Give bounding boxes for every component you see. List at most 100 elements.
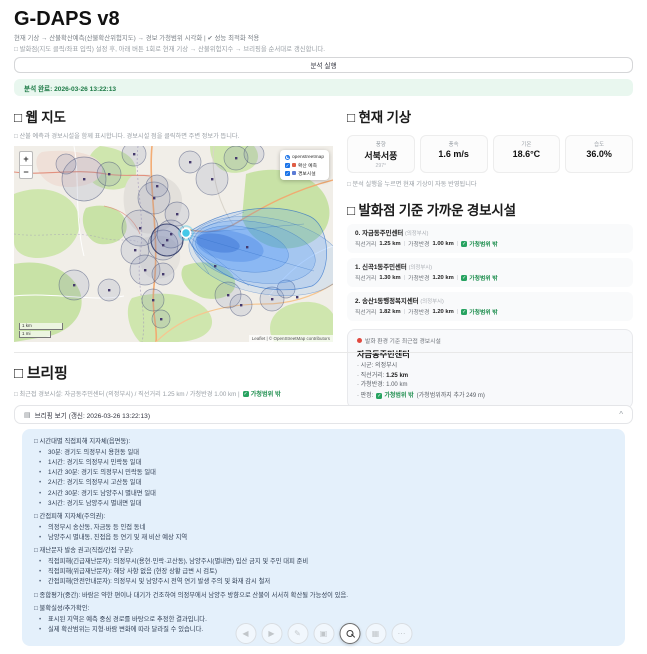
briefing-bullet: 1시간 30분: 경기도 의정부시 민락동 일대 (34, 468, 613, 479)
chevron-up-icon: ^ (619, 410, 623, 419)
briefing-list: 의정부시 송산동, 자금동 등 인접 동네 남양주시 별내동, 진접읍 등 연기… (34, 523, 613, 544)
check-icon: ✓ (461, 308, 468, 315)
metric-humidity: 습도 36.0% (565, 135, 633, 173)
briefing-bullet: 2시간 30분: 경기도 남양주시 별내면 일대 (34, 489, 613, 500)
section-divider (14, 352, 633, 353)
overlay-fire-option[interactable]: ✓ 확산 예측 (285, 161, 324, 169)
scale-mi: 1 mi (19, 331, 51, 338)
web-map[interactable]: + − openstreetmap ✓ 확산 예측 ✓ 경보시설 1 km 1 … (14, 146, 333, 342)
briefing-bullet: 30분: 경기도 의정부시 용현동 일대 (34, 448, 613, 459)
briefing-heading: □ 종합평가(중간): 바람은 약한 편이나 대기가 건조하여 의정부에서 남양… (34, 591, 349, 599)
overlay-siren-option[interactable]: ✓ 경보시설 (285, 169, 324, 177)
facility-name: 0. 자금동주민센터 (355, 230, 404, 237)
pin-icon (357, 338, 362, 343)
facility-card[interactable]: 0. 자금동주민센터 (의정부시) 직선거리 1.25 km | 가청반경 1.00… (347, 224, 633, 253)
map-section: □ 웹 지도 □ 산불 예측과 경보시설을 함께 표시합니다. 경보시설 점을 … (14, 106, 333, 342)
nearest-header: 발화 환경 기준 최근접 경보시설 (365, 339, 441, 345)
range-status-badge: ✓ 가청범위 밖 (242, 390, 281, 398)
camera-button[interactable]: ▦ (365, 623, 386, 644)
distance-value: 1.82 km (379, 308, 401, 315)
briefing-list: 직접피해(긴급재난문자): 의정부시(용현·민락·고산동), 남양주시(별내면)… (34, 557, 613, 588)
fire-icon (292, 163, 296, 167)
range-status-badge: ✓ 가청범위 밖 (461, 308, 498, 316)
facility-region: (의정부시) (408, 265, 433, 271)
check-icon: ✓ (461, 240, 468, 247)
back-button[interactable]: ◀ (235, 623, 256, 644)
overlay-siren-label: 경보시설 (298, 171, 316, 177)
map-layers-control: openstreetmap ✓ 확산 예측 ✓ 경보시설 (280, 150, 329, 180)
radio-selected-icon (285, 154, 290, 160)
briefing-bullet: 2시간: 경기도 의정부시 고산동 일대 (34, 478, 613, 489)
app-title: G-DAPS v8 (14, 8, 120, 30)
briefing-section: □ 브리핑 □ 최근접 경보시설: 자금동주민센터 (의정부시) / 직선거리 … (14, 362, 633, 646)
briefing-heading: □ 재난문자 발송 권고(직접/간접 구분): (34, 547, 134, 555)
forward-button[interactable]: ▶ (261, 623, 282, 644)
briefing-caption: □ 최근접 경보시설: 자금동주민센터 (의정부시) / 직선거리 1.25 k… (14, 390, 281, 398)
zoom-in-button[interactable]: + (20, 152, 32, 165)
briefing-bullet: 남양주시 별내동, 진접읍 등 연기 및 재 비산 예상 지역 (34, 533, 613, 544)
distance-value: 1.25 km (379, 240, 401, 247)
facility-region: (의정부시) (405, 231, 429, 237)
document-icon: ▤ (24, 411, 31, 419)
radius-label: 가청반경 (408, 242, 430, 248)
app-page: G-DAPS v8 현재 기상 → 산불확산예측(산불확산위험지도) → 경보 … (0, 0, 647, 654)
analysis-status-banner: 분석 완료: 2026-03-26 13:22:13 (14, 79, 633, 96)
briefing-bullet: 3시간: 경기도 남양주시 별내면 일대 (34, 499, 613, 510)
ignition-marker[interactable] (178, 225, 194, 241)
checkbox-checked-icon: ✓ (285, 170, 290, 176)
briefing-expander-label: 브리핑 보기 (갱신: 2026-03-26 13:22:13) (34, 412, 151, 420)
checkbox-checked-icon: ✓ (285, 162, 290, 168)
app-subtitle: 현재 기상 → 산불확산예측(산불확산위험지도) → 경보 가청범위 시각화 |… (14, 35, 260, 42)
facility-card[interactable]: 2. 송산1동행정복지센터 (의정부시) 직선거리 1.82 km | 가청반경 1… (347, 292, 633, 321)
run-analysis-button[interactable]: 분석 실행 (14, 57, 633, 73)
radius-value: 1.20 km (432, 274, 454, 281)
distance-label: 직선거리 (355, 310, 377, 316)
map-section-title: □ 웹 지도 (14, 110, 66, 125)
base-layer-label: openstreetmap (292, 154, 324, 160)
check-icon: ✓ (461, 274, 468, 281)
distance-label: 직선거리 (355, 242, 377, 248)
briefing-info-box: □ 시간대별 직접피해 지자체(읍면동): 30분: 경기도 의정부시 용현동 … (22, 429, 625, 646)
briefing-expander[interactable]: ▤ 브리핑 보기 (갱신: 2026-03-26 13:22:13) ^ (14, 405, 633, 424)
draw-button[interactable]: ✎ (287, 623, 308, 644)
zoom-out-button[interactable]: − (20, 165, 32, 178)
radius-value: 1.20 km (432, 308, 454, 315)
facility-name: 2. 송산1동행정복지센터 (355, 298, 419, 305)
frame-button[interactable]: ▣ (313, 623, 334, 644)
more-button[interactable]: ⋯ (391, 623, 412, 644)
map-section-caption: □ 산불 예측과 경보시설을 함께 표시합니다. 경보시설 점을 클릭하면 주변… (14, 133, 240, 140)
facilities-section-title: □ 발화점 기준 가까운 경보시설 (347, 203, 516, 218)
speaker-icon (292, 171, 296, 175)
radius-label: 가청반경 (408, 310, 430, 316)
range-status-badge: ✓ 가청범위 밖 (461, 240, 498, 248)
briefing-bullet: 1시간: 경기도 의정부시 민락동 일대 (34, 458, 613, 469)
briefing-heading: □ 간접피해 지자체(주의권): (34, 513, 106, 521)
briefing-heading: □ 시간대별 직접피해 지자체(읍면동): (34, 438, 131, 445)
distance-label: 직선거리 (355, 276, 377, 282)
weather-caption: □ 분석 실행을 누르면 현재 기상이 자동 반영됩니다 (347, 181, 477, 188)
briefing-bullet: 간접피해(안전안내문자): 의정부시 및 남양주시 전역 연기 발생 주의 및 … (34, 577, 613, 588)
overlay-fire-label: 확산 예측 (298, 163, 317, 169)
map-scalebar: 1 km 1 mi (19, 323, 63, 338)
weather-section-title: □ 현재 기상 (347, 110, 411, 125)
facility-name: 1. 신곡1동주민센터 (355, 264, 407, 271)
briefing-list: 30분: 경기도 의정부시 용현동 일대 1시간: 경기도 의정부시 민락동 일… (34, 448, 613, 510)
search-button[interactable] (339, 623, 360, 644)
metric-wind-direction: 풍향 서북서풍 297° (347, 135, 415, 173)
nearest-facility-name: 자금동주민센터 (357, 350, 410, 359)
distance-value: 1.30 km (379, 274, 401, 281)
facility-card[interactable]: 1. 신곡1동주민센터 (의정부시) 직선거리 1.30 km | 가청반경 1.2… (347, 258, 633, 287)
magnifier-icon (346, 630, 353, 637)
scale-km: 1 km (19, 323, 63, 330)
map-zoom-control: + − (19, 151, 33, 179)
briefing-section-title: □ 브리핑 (14, 365, 68, 382)
map-attribution: Leaflet | © OpenStreetMap contributors (248, 335, 333, 342)
radius-label: 가청반경 (408, 276, 430, 282)
floating-toolbar: ◀ ▶ ✎ ▣ ▦ ⋯ (235, 623, 412, 644)
radius-value: 1.00 km (432, 240, 454, 247)
metric-wind-speed: 풍속 1.6 m/s (419, 135, 488, 173)
facility-region: (의정부시) (420, 299, 444, 305)
briefing-bullet: 의정부시 송산동, 자금동 등 인접 동네 (34, 523, 613, 534)
metric-temperature: 기온 18.6°C (492, 135, 561, 173)
base-layer-option[interactable]: openstreetmap (285, 153, 324, 161)
